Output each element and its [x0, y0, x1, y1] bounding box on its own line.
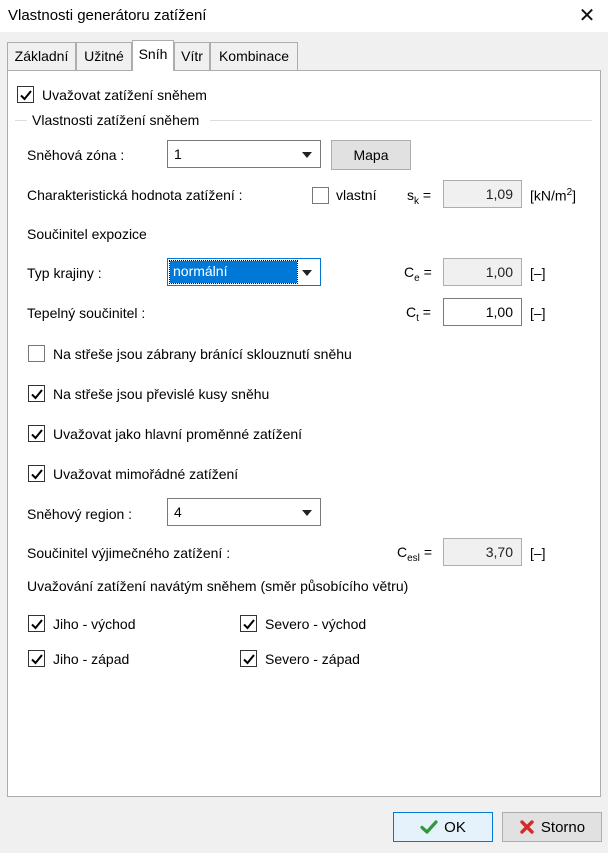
overhang-checkbox[interactable]	[28, 385, 45, 402]
snow-zone-select[interactable]: 1	[167, 140, 321, 168]
exposure-heading: Součinitel expozice	[27, 226, 147, 242]
drift-south-west-checkbox[interactable]	[28, 650, 45, 667]
char-value-label: Charakteristická hodnota zatížení :	[27, 187, 243, 203]
drift-heading: Uvažování zatížení navátým sněhem (směr …	[27, 578, 409, 594]
consider-snow-checkbox[interactable]	[17, 86, 34, 103]
main-variable-checkbox[interactable]	[28, 425, 45, 442]
check-icon	[20, 90, 32, 101]
custom-label: vlastní	[336, 187, 377, 203]
check-icon	[31, 619, 43, 630]
check-icon	[31, 654, 43, 665]
cancel-button[interactable]: Storno	[502, 812, 602, 842]
chevron-down-icon	[302, 152, 312, 158]
exceptional-label: Uvažovat mimořádné zatížení	[53, 466, 239, 482]
tab-snih[interactable]: Sníh	[132, 40, 174, 71]
landscape-label: Typ krajiny :	[27, 265, 102, 281]
cesl-unit: [–]	[530, 545, 546, 561]
ct-unit: [–]	[530, 305, 546, 321]
drift-south-east-checkbox[interactable]	[28, 615, 45, 632]
group-title: Vlastnosti zatížení sněhem	[32, 112, 200, 128]
ok-label: OK	[444, 818, 466, 836]
ce-unit: [–]	[530, 265, 546, 281]
window-title: Vlastnosti generátoru zatížení	[8, 7, 207, 24]
ce-value-field: 1,00	[443, 258, 522, 286]
snow-zone-label: Sněhová zóna :	[27, 147, 125, 163]
ct-symbol: Ct =	[406, 304, 431, 324]
check-icon	[31, 469, 43, 480]
check-icon	[31, 429, 43, 440]
cesl-symbol: Cesl =	[397, 544, 432, 564]
group-line-left	[15, 120, 27, 121]
sk-unit: [kN/m2]	[530, 187, 577, 204]
custom-checkbox[interactable]	[312, 187, 329, 204]
barriers-label: Na střeše jsou zábrany bránící sklouznut…	[53, 346, 352, 362]
chevron-down-icon	[302, 510, 312, 516]
ok-check-icon	[420, 820, 438, 834]
thermal-label: Tepelný součinitel :	[27, 305, 146, 321]
sk-symbol: sk =	[407, 187, 432, 207]
drift-south-east-label: Jiho - východ	[53, 616, 136, 632]
check-icon	[31, 389, 43, 400]
tab-zakladni[interactable]: Základní	[7, 42, 76, 70]
group-line-right	[210, 120, 592, 121]
close-icon[interactable]: ✕	[572, 0, 602, 32]
tab-vitr[interactable]: Vítr	[174, 42, 210, 70]
title-bar: Vlastnosti generátoru zatížení ✕	[0, 0, 608, 32]
chevron-down-icon	[302, 270, 312, 276]
main-variable-label: Uvažovat jako hlavní proměnné zatížení	[53, 426, 303, 442]
map-button[interactable]: Mapa	[331, 140, 411, 170]
check-icon	[243, 654, 255, 665]
barriers-checkbox[interactable]	[28, 345, 45, 362]
drift-north-west-checkbox[interactable]	[240, 650, 257, 667]
cancel-label: Storno	[540, 818, 586, 836]
overhang-label: Na střeše jsou převislé kusy sněhu	[53, 386, 270, 402]
cancel-x-icon	[520, 820, 534, 834]
drift-south-west-label: Jiho - západ	[53, 651, 130, 667]
landscape-selection: normální	[169, 260, 298, 284]
drift-north-east-label: Severo - východ	[265, 616, 367, 632]
ce-symbol: Ce =	[404, 264, 432, 284]
sk-value-field: 1,09	[443, 180, 522, 208]
ok-button[interactable]: OK	[393, 812, 493, 842]
snow-zone-value: 1	[174, 146, 182, 162]
cesl-value-field: 3,70	[443, 538, 522, 566]
consider-snow-label: Uvažovat zatížení sněhem	[42, 87, 207, 103]
drift-north-west-label: Severo - západ	[265, 651, 360, 667]
tab-uzitne[interactable]: Užitné	[76, 42, 132, 70]
ct-input[interactable]: 1,00	[443, 298, 522, 326]
tab-kombinace[interactable]: Kombinace	[210, 42, 298, 70]
drift-north-east-checkbox[interactable]	[240, 615, 257, 632]
cesl-label: Součinitel výjimečného zatížení :	[27, 545, 231, 561]
check-icon	[243, 619, 255, 630]
landscape-select[interactable]: normální	[167, 258, 321, 286]
exceptional-checkbox[interactable]	[28, 465, 45, 482]
snow-region-value: 4	[174, 504, 182, 520]
snow-region-label: Sněhový region :	[27, 506, 133, 522]
snow-region-select[interactable]: 4	[167, 498, 321, 526]
